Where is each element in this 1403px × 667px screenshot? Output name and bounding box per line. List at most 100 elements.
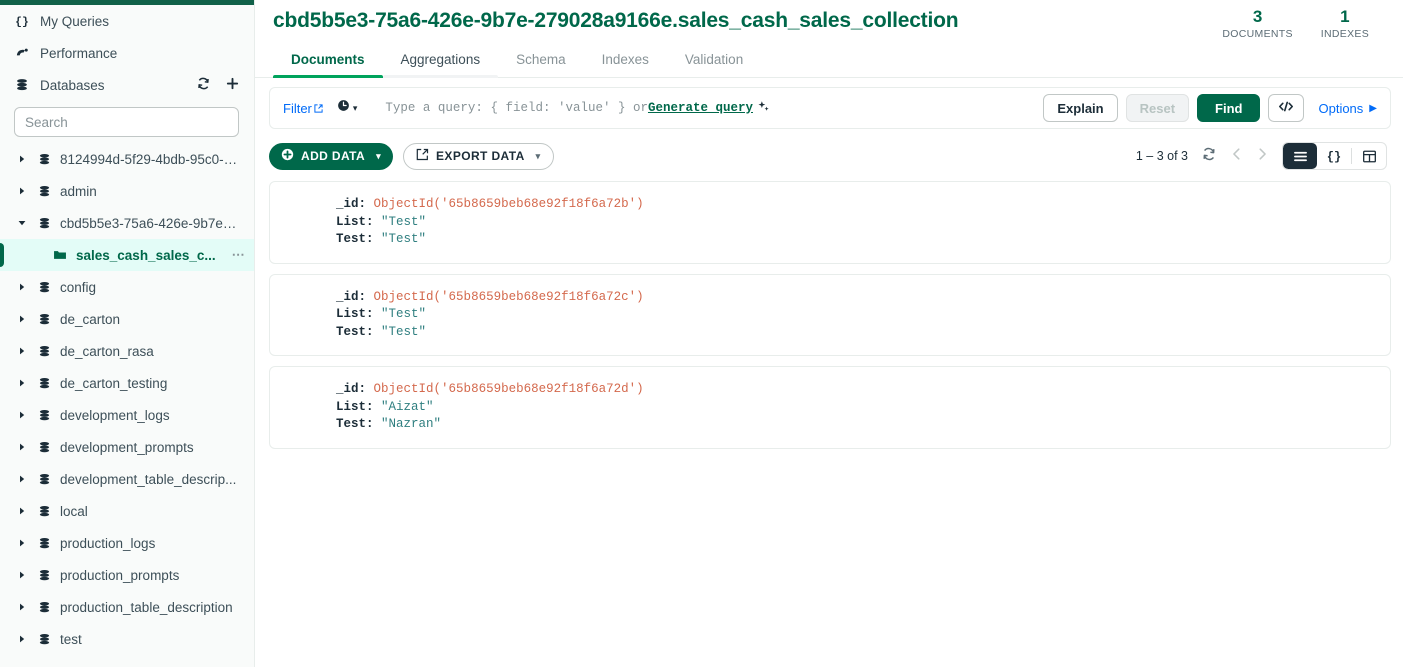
sidebar-item-label: Databases	[40, 77, 105, 93]
tree-item-database[interactable]: config	[0, 271, 254, 303]
tree-item-database[interactable]: 8124994d-5f29-4bdb-95c0-9...	[0, 143, 254, 175]
refresh-icon[interactable]	[196, 76, 211, 94]
tree-item-database[interactable]: development_table_descrip...	[0, 463, 254, 495]
database-icon	[36, 377, 52, 390]
tab-documents[interactable]: Documents	[273, 44, 383, 78]
tree-item-database[interactable]: production_table_description	[0, 591, 254, 623]
chevron-left-icon[interactable]	[1230, 147, 1244, 166]
tab-aggregations[interactable]: Aggregations	[382, 44, 499, 78]
search-box[interactable]	[14, 107, 239, 137]
document-field[interactable]: Test: "Test"	[336, 324, 1376, 342]
tree-item-database[interactable]: production_prompts	[0, 559, 254, 591]
chevron-right-icon[interactable]	[16, 315, 28, 323]
document-card[interactable]: _id: ObjectId('65b8659beb68e92f18f6a72d'…	[269, 366, 1391, 449]
tab-schema[interactable]: Schema	[498, 44, 584, 77]
export-to-language-button[interactable]	[1268, 94, 1305, 122]
options-toggle[interactable]: Options ▶	[1318, 101, 1377, 116]
sidebar-item-databases[interactable]: Databases	[0, 69, 254, 101]
filter-label: Filter	[283, 100, 312, 116]
reset-button[interactable]: Reset	[1125, 94, 1190, 122]
document-field[interactable]: _id: ObjectId('65b8659beb68e92f18f6a72d'…	[336, 381, 1376, 399]
field-value: "Test"	[381, 324, 427, 339]
tree-item-database[interactable]: development_prompts	[0, 431, 254, 463]
chevron-right-icon[interactable]	[16, 187, 28, 195]
document-field[interactable]: Test: "Nazran"	[336, 416, 1376, 434]
tree-item-database-expanded[interactable]: cbd5b5e3-75a6-426e-9b7e-...	[0, 207, 254, 239]
document-field[interactable]: Test: "Test"	[336, 231, 1376, 249]
search-input[interactable]	[25, 114, 228, 130]
collection-tabs: Documents Aggregations Schema Indexes Va…	[255, 44, 1403, 78]
document-field[interactable]: List: "Aizat"	[336, 399, 1376, 417]
chevron-down-icon[interactable]	[16, 219, 28, 227]
tree-item-database[interactable]: production_logs	[0, 527, 254, 559]
json-view-button[interactable]: {}	[1317, 143, 1351, 169]
document-field[interactable]: List: "Test"	[336, 214, 1376, 232]
filter-label-link[interactable]: Filter	[283, 101, 323, 116]
chevron-right-icon[interactable]	[16, 443, 28, 451]
field-key: _id	[336, 289, 359, 304]
plus-icon[interactable]	[225, 76, 240, 94]
document-field[interactable]: _id: ObjectId('65b8659beb68e92f18f6a72b'…	[336, 196, 1376, 214]
field-key: Test	[336, 324, 367, 339]
database-icon	[14, 78, 30, 92]
tab-validation[interactable]: Validation	[667, 44, 761, 77]
field-value: "Nazran"	[381, 417, 442, 431]
chevron-right-icon[interactable]	[1255, 147, 1269, 166]
sidebar-item-performance[interactable]: Performance	[0, 37, 254, 69]
chevron-right-icon[interactable]	[16, 475, 28, 483]
chevron-right-icon[interactable]	[16, 635, 28, 643]
tree-item-label: admin	[60, 183, 97, 199]
tree-item-database[interactable]: local	[0, 495, 254, 527]
chevron-right-icon[interactable]	[16, 283, 28, 291]
tree-item-database[interactable]: admin	[0, 175, 254, 207]
generate-query-link[interactable]: Generate query	[648, 101, 753, 115]
chevron-down-icon: ▾	[535, 150, 541, 161]
options-label: Options	[1318, 100, 1364, 116]
stat-documents: 3 DOCUMENTS	[1222, 6, 1292, 40]
tree-item-label: development_table_descrip...	[60, 471, 237, 487]
chevron-right-icon[interactable]	[16, 603, 28, 611]
chevron-right-icon[interactable]	[16, 539, 28, 547]
tree-item-label: test	[60, 631, 82, 647]
collection-stats: 3 DOCUMENTS 1 INDEXES	[1222, 4, 1387, 40]
field-key: _id	[336, 197, 359, 211]
query-input[interactable]: Type a query: { field: 'value' } or Gene…	[357, 100, 1043, 117]
tree-item-collection-selected[interactable]: sales_cash_sales_c... ⋯	[0, 239, 254, 271]
document-field[interactable]: List: "Test"	[336, 306, 1376, 324]
database-icon	[36, 601, 52, 614]
list-view-button[interactable]	[1283, 143, 1317, 169]
field-value: "Aizat"	[381, 399, 434, 414]
field-key: Test	[336, 417, 367, 431]
tree-item-database[interactable]: de_carton_testing	[0, 367, 254, 399]
selection-indicator	[0, 243, 4, 267]
refresh-documents-button[interactable]	[1201, 146, 1217, 167]
stat-value: 3	[1252, 7, 1263, 26]
find-button[interactable]: Find	[1197, 94, 1261, 122]
chevron-right-icon[interactable]	[16, 507, 28, 515]
explain-button[interactable]: Explain	[1043, 94, 1118, 122]
chevron-right-icon[interactable]	[16, 379, 28, 387]
document-card[interactable]: _id: ObjectId('65b8659beb68e92f18f6a72c'…	[269, 273, 1391, 356]
export-data-button[interactable]: EXPORT DATA ▾	[403, 142, 554, 170]
collection-header: cbd5b5e3-75a6-426e-9b7e-279028a9166e.sal…	[255, 0, 1403, 40]
database-icon	[36, 505, 52, 518]
database-icon	[36, 409, 52, 422]
table-view-button[interactable]	[1352, 143, 1386, 169]
collection-menu-button[interactable]: ⋯	[232, 247, 246, 263]
tree-item-database[interactable]: de_carton	[0, 303, 254, 335]
add-data-button[interactable]: ADD DATA ▾	[269, 142, 394, 170]
tree-item-label: local	[60, 503, 88, 519]
sidebar-item-my-queries[interactable]: {} My Queries	[0, 5, 254, 37]
document-card[interactable]: _id: ObjectId('65b8659beb68e92f18f6a72b'…	[269, 181, 1391, 264]
chevron-right-icon[interactable]	[16, 571, 28, 579]
tab-indexes[interactable]: Indexes	[584, 44, 667, 77]
query-history-button[interactable]: ▾	[337, 99, 357, 117]
chevron-right-icon[interactable]	[16, 347, 28, 355]
tree-item-database[interactable]: de_carton_rasa	[0, 335, 254, 367]
chevron-right-icon[interactable]	[16, 155, 28, 163]
field-value: "Test"	[381, 232, 427, 246]
tree-item-database[interactable]: test	[0, 623, 254, 655]
chevron-right-icon[interactable]	[16, 411, 28, 419]
document-field[interactable]: _id: ObjectId('65b8659beb68e92f18f6a72c'…	[336, 289, 1376, 307]
tree-item-database[interactable]: development_logs	[0, 399, 254, 431]
